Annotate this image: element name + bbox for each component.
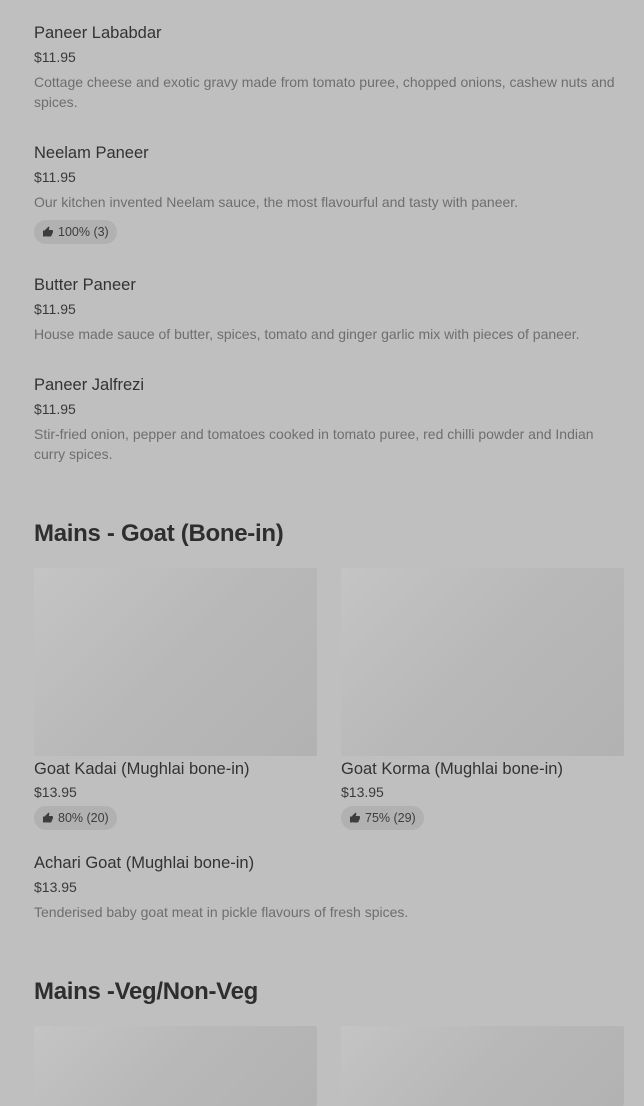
item-image — [341, 1026, 624, 1106]
item-price: $11.95 — [34, 169, 76, 185]
item-price: $11.95 — [34, 49, 76, 65]
item-description: Stir-fried onion, pepper and tomatoes co… — [34, 426, 594, 462]
item-image — [341, 568, 624, 756]
menu-card[interactable] — [341, 1026, 624, 1106]
item-price: $11.95 — [34, 301, 76, 317]
rating-text: 100% (3) — [58, 225, 109, 239]
section-title: Mains - Goat (Bone-in) — [34, 520, 284, 547]
item-name: Goat Korma (Mughlai bone-in) — [341, 760, 563, 778]
item-image — [34, 568, 317, 756]
rating-badge: 100% (3) — [34, 220, 117, 244]
rating-badge: 75% (29) — [341, 806, 424, 830]
menu-card[interactable]: Goat Kadai (Mughlai bone-in) $13.95 80% … — [34, 568, 317, 830]
menu-item[interactable]: Butter Paneer $11.95 House made sauce of… — [34, 275, 624, 344]
menu-item[interactable]: Paneer Jalfrezi $11.95 Stir-fried onion,… — [34, 375, 624, 464]
thumbs-up-icon — [43, 226, 53, 237]
item-description: Tenderised baby goat meat in pickle flav… — [34, 904, 409, 920]
item-description: House made sauce of butter, spices, toma… — [34, 326, 580, 342]
menu-card[interactable] — [34, 1026, 317, 1106]
rating-badge: 80% (20) — [34, 806, 117, 830]
item-image — [34, 1026, 317, 1106]
menu-card[interactable]: Goat Korma (Mughlai bone-in) $13.95 75% … — [341, 568, 624, 830]
thumbs-up-icon — [43, 812, 53, 823]
item-name: Achari Goat (Mughlai bone-in) — [34, 854, 255, 872]
rating-text: 75% (29) — [365, 811, 416, 825]
thumbs-up-icon — [350, 812, 360, 823]
item-price: $13.95 — [34, 879, 77, 895]
item-description: Our kitchen invented Neelam sauce, the m… — [34, 194, 519, 210]
item-name: Neelam Paneer — [34, 144, 149, 162]
section-title: Mains -Veg/Non-Veg — [34, 978, 258, 1005]
item-price: $13.95 — [341, 784, 384, 800]
item-name: Butter Paneer — [34, 276, 136, 294]
item-name: Paneer Jalfrezi — [34, 376, 145, 394]
rating-text: 80% (20) — [58, 811, 109, 825]
menu-item[interactable]: Paneer Lababdar $11.95 Cottage cheese an… — [34, 23, 624, 112]
item-price: $13.95 — [34, 784, 77, 800]
menu-item[interactable]: Neelam Paneer $11.95 Our kitchen invente… — [34, 143, 624, 244]
item-price: $11.95 — [34, 401, 76, 417]
item-name: Goat Kadai (Mughlai bone-in) — [34, 760, 250, 778]
item-name: Paneer Lababdar — [34, 24, 162, 42]
menu-item[interactable]: Achari Goat (Mughlai bone-in) $13.95 Ten… — [34, 853, 624, 922]
item-description: Cottage cheese and exotic gravy made fro… — [34, 74, 615, 110]
